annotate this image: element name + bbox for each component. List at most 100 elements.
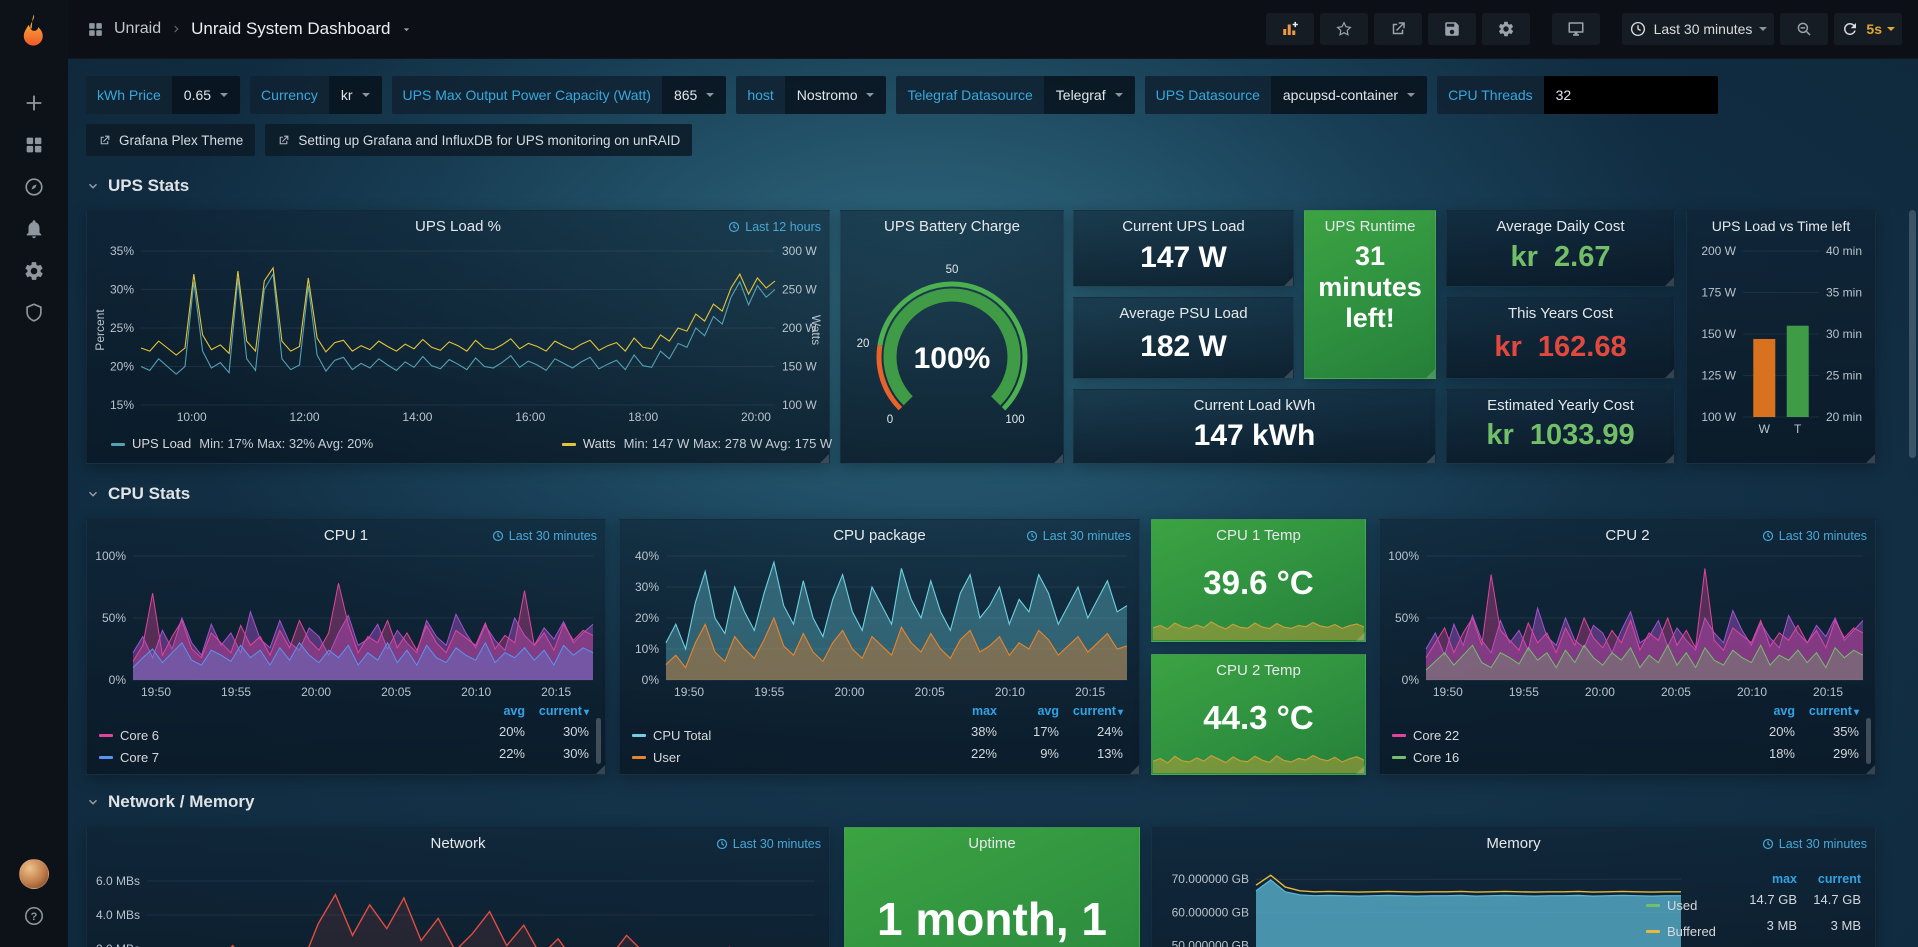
variable-ups-datasource[interactable]: UPS Datasource apcupsd-container <box>1145 76 1427 114</box>
legend-row[interactable]: Core 7 22% 30% <box>99 746 589 768</box>
legend-row[interactable]: Core 22 20% 35% <box>1392 724 1859 746</box>
legend-row[interactable]: User 22% 9% 13% <box>632 746 1123 768</box>
battery-gauge[interactable]: 0 20 50 100 100% <box>841 241 1063 455</box>
zoom-out-icon <box>1795 20 1813 38</box>
panel-cpu2: CPU 2 Last 30 minutes 100%50%0%19:5019:5… <box>1379 519 1876 775</box>
link-ups-monitoring-guide[interactable]: Setting up Grafana and InfluxDB for UPS … <box>265 124 692 156</box>
svg-text:20 min: 20 min <box>1826 410 1862 424</box>
panel-title[interactable]: UPS Battery Charge <box>847 218 1057 235</box>
save-dashboard-button[interactable] <box>1428 13 1476 45</box>
create-icon[interactable] <box>0 82 68 124</box>
panel-time-override[interactable]: Last 30 minutes <box>1762 529 1867 543</box>
variable-currency[interactable]: Currency kr <box>250 76 381 114</box>
cpu2-chart[interactable]: 100%50%0%19:5019:5520:0020:0520:1020:15 <box>1384 548 1871 700</box>
panel-time-override[interactable]: Last 12 hours <box>728 220 821 234</box>
variable-value-dropdown[interactable]: 865 <box>662 76 726 114</box>
link-grafana-plex-theme[interactable]: Grafana Plex Theme <box>86 124 255 156</box>
legend-row[interactable]: CPU Total 38% 17% 24% <box>632 724 1123 746</box>
legend-row[interactable]: Core 16 18% 29% <box>1392 746 1859 768</box>
panel-title[interactable]: Memory <box>1182 835 1845 852</box>
variable-value-dropdown[interactable]: Nostromo <box>785 76 887 114</box>
svg-text:19:55: 19:55 <box>221 685 251 699</box>
user-avatar[interactable] <box>0 853 68 895</box>
explore-icon[interactable] <box>0 166 68 208</box>
row-header-ups-stats[interactable]: UPS Stats <box>86 176 189 196</box>
configuration-gear-icon[interactable] <box>0 250 68 292</box>
cycle-view-mode-button[interactable] <box>1552 13 1600 45</box>
svg-text:20:00: 20:00 <box>1585 685 1615 699</box>
legend-scrollbar[interactable] <box>596 718 601 764</box>
variable-telegraf-datasource[interactable]: Telegraf Datasource Telegraf <box>896 76 1134 114</box>
network-chart[interactable]: 6.0 MBs4.0 MBs2.0 MBs <box>91 856 825 947</box>
help-icon[interactable]: ? <box>0 895 68 937</box>
variable-cpu-threads[interactable]: CPU Threads <box>1437 76 1718 114</box>
variable-value-dropdown[interactable]: Telegraf <box>1044 76 1135 114</box>
ups-load-chart[interactable]: 35%30%25%20%15%300 W250 W200 W150 W100 W… <box>91 243 825 429</box>
cpu-threads-input[interactable] <box>1544 76 1718 114</box>
variable-value-dropdown[interactable]: apcupsd-container <box>1271 76 1427 114</box>
dashboard-title[interactable]: Unraid System Dashboard <box>191 19 390 39</box>
navbar-actions: Last 30 minutes 5s <box>1266 13 1918 45</box>
panel-time-override[interactable]: Last 30 minutes <box>716 837 821 851</box>
panel-title[interactable]: Current Load kWh <box>1080 397 1429 414</box>
legend-item[interactable]: UPS LoadMin: 17% Max: 32% Avg: 20% <box>111 436 373 451</box>
time-range-picker[interactable]: Last 30 minutes <box>1622 13 1775 45</box>
legend-col-max[interactable]: max <box>939 704 997 718</box>
panel-title[interactable]: CPU 1 Temp <box>1182 527 1335 544</box>
legend-row[interactable]: Core 6 20% 30% <box>99 724 589 746</box>
panel-title[interactable]: Uptime <box>875 835 1109 852</box>
star-dashboard-button[interactable] <box>1320 13 1368 45</box>
variable-value-dropdown[interactable]: 0.65 <box>172 76 240 114</box>
caret-down-icon[interactable] <box>400 23 413 36</box>
legend-col-current[interactable]: current▾ <box>531 704 589 718</box>
panel-title[interactable]: Network <box>117 835 799 852</box>
variable-ups-max-output[interactable]: UPS Max Output Power Capacity (Watt) 865 <box>392 76 727 114</box>
svg-text:50.000000 GB: 50.000000 GB <box>1172 938 1249 947</box>
cpu-package-chart[interactable]: 40%30%20%10%0%19:5019:5520:0020:0520:102… <box>624 548 1135 700</box>
server-admin-shield-icon[interactable] <box>0 292 68 334</box>
legend-row[interactable]: Used 14.7 GB 14.7 GB <box>1646 892 1861 918</box>
legend-col-avg[interactable]: avg <box>1001 704 1059 718</box>
panel-time-override[interactable]: Last 30 minutes <box>492 529 597 543</box>
panel-title[interactable]: Estimated Yearly Cost <box>1453 397 1668 414</box>
panel-title[interactable]: Average PSU Load <box>1080 305 1287 322</box>
cpu1-chart[interactable]: 100%50%0%19:5019:5520:0020:0520:1020:15 <box>91 548 601 700</box>
legend-col-current[interactable]: current <box>1803 872 1861 886</box>
refresh-interval-dropdown[interactable]: 5s <box>1866 21 1895 37</box>
legend-col-avg[interactable]: avg <box>467 704 525 718</box>
panel-title[interactable]: UPS Runtime <box>1309 218 1431 235</box>
row-header-network-memory[interactable]: Network / Memory <box>86 792 254 812</box>
variable-value-dropdown[interactable]: kr <box>329 76 382 114</box>
breadcrumb-folder[interactable]: Unraid <box>114 20 161 38</box>
panel-title[interactable]: UPS Load % <box>117 218 799 235</box>
variable-host[interactable]: host Nostromo <box>736 76 886 114</box>
legend-col-avg[interactable]: avg <box>1737 704 1795 718</box>
legend-row[interactable]: Buffered 3 MB 3 MB <box>1646 918 1861 944</box>
panel-title[interactable]: This Years Cost <box>1453 305 1668 322</box>
row-header-cpu-stats[interactable]: CPU Stats <box>86 484 190 504</box>
legend-col-current[interactable]: current▾ <box>1801 704 1859 718</box>
page-scrollbar[interactable] <box>1909 210 1916 458</box>
legend-col-current[interactable]: current▾ <box>1065 704 1123 718</box>
legend-item[interactable]: WattsMin: 147 W Max: 278 W Avg: 175 W <box>562 436 832 451</box>
add-panel-button[interactable] <box>1266 13 1314 45</box>
alerting-bell-icon[interactable] <box>0 208 68 250</box>
legend-scrollbar[interactable] <box>1866 718 1871 764</box>
panel-title[interactable]: Average Daily Cost <box>1453 218 1668 235</box>
panel-title[interactable]: Current UPS Load <box>1080 218 1287 235</box>
dashboard-settings-button[interactable] <box>1482 13 1530 45</box>
svg-text:150 W: 150 W <box>1701 327 1736 341</box>
grafana-logo[interactable] <box>0 0 68 58</box>
share-dashboard-button[interactable] <box>1374 13 1422 45</box>
panel-time-override[interactable]: Last 30 minutes <box>1026 529 1131 543</box>
panel-title[interactable]: CPU 2 Temp <box>1182 662 1335 679</box>
legend-col-max[interactable]: max <box>1739 872 1797 886</box>
panel-title[interactable]: UPS Load vs Time left <box>1691 218 1871 234</box>
panel-time-override[interactable]: Last 30 minutes <box>1762 837 1867 851</box>
ups-bar-chart[interactable]: 200 W175 W150 W125 W100 W40 min35 min30 … <box>1691 241 1871 439</box>
svg-text:19:55: 19:55 <box>754 685 784 699</box>
dashboards-icon[interactable] <box>0 124 68 166</box>
refresh-button[interactable]: 5s <box>1834 13 1902 45</box>
variable-kwh-price[interactable]: kWh Price 0.65 <box>86 76 240 114</box>
zoom-out-time-button[interactable] <box>1780 13 1828 45</box>
